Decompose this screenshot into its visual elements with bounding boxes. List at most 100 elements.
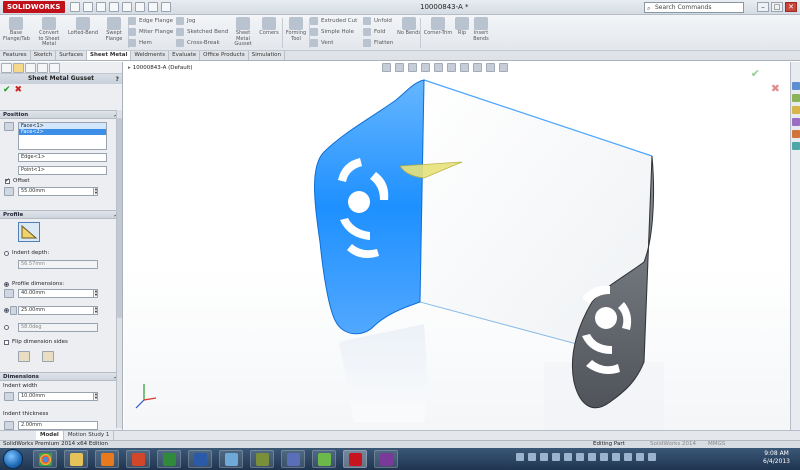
tab-simulation[interactable]: Simulation: [249, 51, 285, 60]
list-item[interactable]: Face<2>: [19, 129, 106, 135]
tab-weldments[interactable]: Weldments: [131, 51, 170, 60]
taskbar-outlook[interactable]: [95, 450, 119, 468]
tray-icon[interactable]: [540, 453, 548, 461]
select-icon[interactable]: [135, 2, 145, 12]
dimensions-group-header[interactable]: Dimensions︿: [0, 372, 122, 381]
lofted-bend-button[interactable]: Lofted-Bend: [66, 17, 100, 37]
start-button-icon[interactable]: [3, 449, 23, 469]
tab-office-products[interactable]: Office Products: [200, 51, 249, 60]
tray-icon[interactable]: [600, 453, 608, 461]
close-button[interactable]: ✕: [785, 2, 797, 12]
cross-break-button[interactable]: Cross-Break: [176, 38, 220, 48]
profile-type-button[interactable]: [18, 222, 40, 242]
fold-button[interactable]: Fold: [363, 27, 385, 37]
forming-tool-button[interactable]: Forming Tool: [283, 17, 309, 42]
undo-icon[interactable]: [122, 2, 132, 12]
tab-model[interactable]: Model: [36, 431, 64, 440]
tray-icon[interactable]: [552, 453, 560, 461]
taskbar-explorer[interactable]: [64, 450, 88, 468]
vent-button[interactable]: Vent: [310, 38, 333, 48]
flip-dimension-checkbox[interactable]: [4, 340, 9, 345]
jog-button[interactable]: Jog: [176, 16, 195, 26]
panel-scrollbar[interactable]: [116, 110, 122, 428]
extruded-cut-button[interactable]: Extruded Cut: [310, 16, 357, 26]
offset-spinner[interactable]: ▲ ▼: [93, 187, 98, 196]
feature-manager-tab-icon[interactable]: [1, 63, 12, 73]
position-group-header[interactable]: Position︿: [0, 110, 122, 119]
taskbar-app[interactable]: [250, 450, 274, 468]
taskbar-chrome[interactable]: [33, 450, 57, 468]
help-icon[interactable]: ?: [116, 75, 119, 85]
taskbar-excel[interactable]: [157, 450, 181, 468]
graphics-area[interactable]: 10000843-A (Default) ✔ ✖: [124, 62, 790, 430]
gusset-button[interactable]: Sheet Metal Gusset: [230, 17, 256, 48]
tab-sketch[interactable]: Sketch: [31, 51, 57, 60]
indent-depth-input[interactable]: 56.57mm: [18, 260, 98, 269]
dim1-spinner[interactable]: ▲ ▼: [93, 289, 98, 298]
solidworks-logo[interactable]: SOLIDWORKS: [3, 1, 65, 13]
insert-bends-button[interactable]: Insert Bends: [468, 17, 494, 42]
indent-thickness-input[interactable]: 2.00mm: [18, 421, 98, 430]
indent-width-spinner[interactable]: ▲ ▼: [93, 392, 98, 401]
no-bends-button[interactable]: No Bends: [396, 17, 422, 37]
file-explorer-icon[interactable]: [792, 106, 800, 114]
tab-motion-study[interactable]: Motion Study 1: [64, 431, 115, 440]
tab-features[interactable]: Features: [0, 51, 31, 60]
design-library-icon[interactable]: [792, 94, 800, 102]
flatten-button[interactable]: Flatten: [363, 38, 393, 48]
view-palette-icon[interactable]: [792, 118, 800, 126]
display-manager-tab-icon[interactable]: [49, 63, 60, 73]
profile-dimension-1-input[interactable]: 40.00mm: [18, 289, 98, 298]
status-units[interactable]: MMGS: [708, 441, 725, 448]
offset-distance-input[interactable]: 55.00mm: [18, 187, 98, 196]
scrollbar-thumb[interactable]: [117, 118, 122, 318]
maximize-button[interactable]: □: [771, 2, 783, 12]
taskbar-powerpoint[interactable]: [126, 450, 150, 468]
tray-icon[interactable]: [612, 453, 620, 461]
profile-dimensions-radio[interactable]: [4, 282, 9, 287]
dimension-d2-radio[interactable]: [4, 308, 9, 313]
taskbar-app[interactable]: [312, 450, 336, 468]
tray-icon[interactable]: [576, 453, 584, 461]
sketched-bend-button[interactable]: Sketched Bend: [176, 27, 228, 37]
open-file-icon[interactable]: [83, 2, 93, 12]
tray-icon[interactable]: [528, 453, 536, 461]
appearances-icon[interactable]: [792, 130, 800, 138]
selected-face-1[interactable]: [314, 79, 425, 335]
network-icon[interactable]: [648, 453, 656, 461]
dimxpert-tab-icon[interactable]: [37, 63, 48, 73]
property-manager-tab-icon[interactable]: [13, 63, 24, 73]
profile-angle-input[interactable]: 58.0deg: [18, 323, 98, 332]
tray-icon[interactable]: [564, 453, 572, 461]
point-selection-field[interactable]: Point<1>: [18, 166, 107, 175]
tray-icon[interactable]: [516, 453, 524, 461]
profile-dimension-2-input[interactable]: 25.00mm: [18, 306, 98, 315]
volume-icon[interactable]: [636, 453, 644, 461]
offset-checkbox[interactable]: [5, 177, 10, 184]
save-icon[interactable]: [96, 2, 106, 12]
unfold-button[interactable]: Unfold: [363, 16, 392, 26]
simple-hole-button[interactable]: Simple Hole: [310, 27, 354, 37]
rounded-edges-icon[interactable]: [18, 351, 30, 362]
taskbar-app[interactable]: [281, 450, 305, 468]
edge-flange-button[interactable]: Edge Flange: [128, 16, 173, 26]
angle-radio[interactable]: [4, 325, 9, 330]
tab-evaluate[interactable]: Evaluate: [169, 51, 201, 60]
flat-edges-icon[interactable]: [42, 351, 54, 362]
taskbar-solidworks[interactable]: [343, 450, 367, 468]
resources-icon[interactable]: [792, 82, 800, 90]
corners-button[interactable]: Corners: [256, 17, 282, 37]
corner-trim-button[interactable]: Corner-Trim: [422, 17, 454, 37]
miter-flange-button[interactable]: Miter Flange: [128, 27, 173, 37]
indent-width-input[interactable]: 10.00mm: [18, 392, 98, 401]
rebuild-icon[interactable]: [148, 2, 158, 12]
indent-depth-radio[interactable]: [4, 251, 9, 256]
configuration-manager-tab-icon[interactable]: [25, 63, 36, 73]
edge-selection-field[interactable]: Edge<1>: [18, 153, 107, 162]
tab-sheet-metal[interactable]: Sheet Metal: [87, 51, 132, 60]
base-flange-button[interactable]: Base Flange/Tab: [3, 17, 30, 42]
convert-sheet-metal-button[interactable]: Convert to Sheet Metal: [36, 17, 62, 48]
dim2-spinner[interactable]: ▲ ▼: [93, 306, 98, 315]
minimize-button[interactable]: –: [757, 2, 769, 12]
tray-icon[interactable]: [588, 453, 596, 461]
